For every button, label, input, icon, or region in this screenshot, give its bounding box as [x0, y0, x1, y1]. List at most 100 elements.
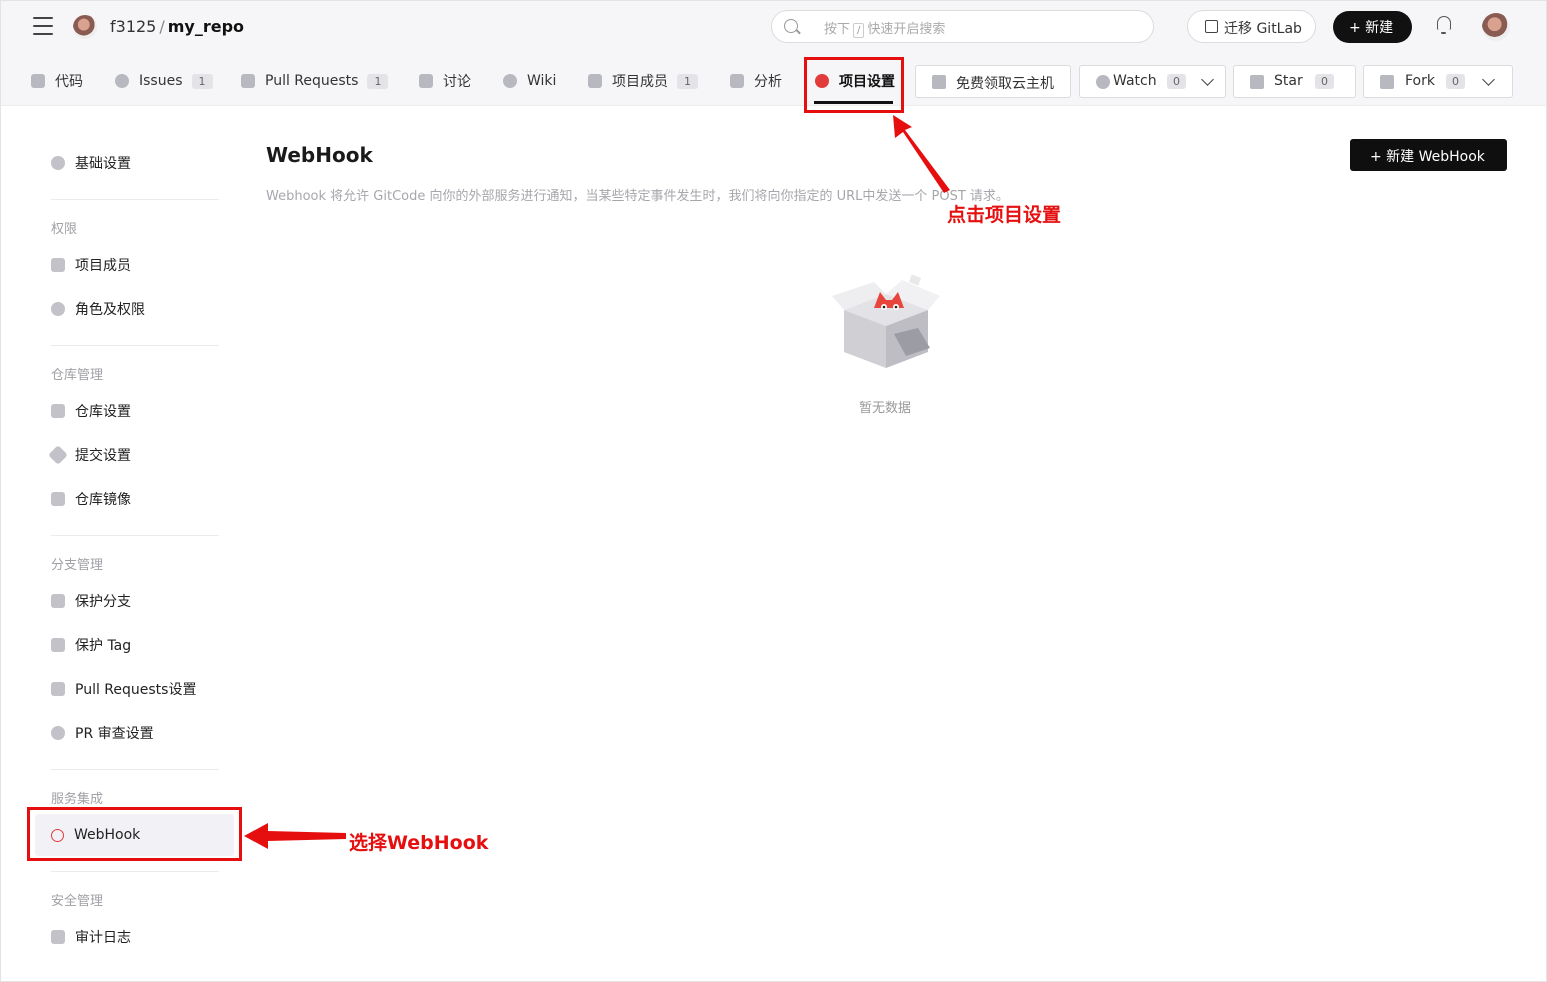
members-icon: [588, 74, 602, 88]
sidebar-divider: [51, 769, 219, 770]
sidebar-item-audit-log[interactable]: 审计日志: [51, 927, 131, 947]
sidebar-group-permissions: 权限: [51, 222, 78, 237]
user-avatar[interactable]: [1482, 13, 1510, 41]
members-icon: [51, 258, 65, 272]
sidebar-group-repo: 仓库管理: [51, 368, 104, 383]
tab-pull-requests-label: Pull Requests: [265, 73, 359, 89]
fork-button[interactable]: Fork 0: [1363, 65, 1513, 98]
pull-request-icon: [241, 74, 255, 88]
tab-analytics[interactable]: 分析: [730, 71, 782, 91]
migrate-gitlab-label: 迁移 GitLab: [1224, 21, 1302, 37]
sidebar-item-pr-settings[interactable]: Pull Requests设置: [51, 679, 196, 699]
tab-discussions[interactable]: 讨论: [419, 71, 471, 91]
user-icon: [51, 302, 65, 316]
fork-chevron-down-icon[interactable]: [1482, 73, 1495, 86]
sidebar-item-protect-branch[interactable]: 保护分支: [51, 591, 131, 611]
sidebar-group-branch: 分支管理: [51, 558, 104, 573]
sidebar-item-members[interactable]: 项目成员: [51, 255, 131, 275]
gear-icon: [51, 156, 65, 170]
repo-name-link[interactable]: my_repo: [168, 17, 244, 36]
repo-nav-bar: 代码 Issues 1 Pull Requests 1 讨论 Wiki 项目成员 1 …: [1, 53, 1546, 106]
migrate-gitlab-button[interactable]: 迁移 GitLab: [1187, 10, 1316, 43]
fork-icon: [1380, 75, 1394, 89]
search-placeholder-suffix: 快速开启搜索: [867, 22, 946, 37]
free-cloud-host-button[interactable]: 免费领取云主机: [915, 65, 1071, 98]
create-new-button[interactable]: + 新建: [1333, 11, 1412, 43]
repo-owner-avatar[interactable]: [73, 15, 97, 39]
search-placeholder: 按下 / 快速开启搜索: [824, 18, 945, 38]
sidebar-item-commit-settings[interactable]: 提交设置: [48, 445, 131, 465]
empty-box-illustration-icon: [832, 274, 940, 368]
sidebar-divider: [51, 535, 219, 536]
global-search-input[interactable]: 按下 / 快速开启搜索: [771, 10, 1154, 43]
page-title: WebHook: [266, 143, 373, 167]
sidebar-divider: [51, 345, 219, 346]
sidebar-item-basic-settings[interactable]: 基础设置: [51, 153, 131, 173]
search-shortcut-key: /: [853, 23, 865, 38]
sidebar-item-label: 仓库设置: [75, 404, 131, 420]
fork-count: 0: [1446, 74, 1465, 89]
tab-members-count: 1: [677, 73, 698, 89]
notification-bell-icon[interactable]: [1437, 16, 1451, 34]
annotation-click-settings-label: 点击项目设置: [947, 204, 1062, 226]
document-icon: [51, 930, 65, 944]
repo-icon: [51, 404, 65, 418]
annotation-highlight-webhook: [27, 807, 242, 861]
watch-count: 0: [1167, 74, 1186, 89]
repo-path-separator: /: [159, 17, 165, 36]
sidebar-item-label: 保护分支: [75, 594, 131, 610]
top-header: f3125/my_repo 按下 / 快速开启搜索 迁移 GitLab + 新建: [1, 1, 1546, 53]
sidebar-divider: [51, 199, 219, 200]
watch-button[interactable]: Watch 0: [1079, 65, 1226, 98]
page-description: Webhook 将允许 GitCode 向你的外部服务进行通知，当某些特定事件发…: [266, 189, 1009, 204]
wiki-icon: [503, 74, 517, 88]
tab-members[interactable]: 项目成员 1: [588, 71, 698, 91]
new-webhook-button[interactable]: + 新建 WebHook: [1350, 139, 1507, 171]
sidebar-item-label: PR 审查设置: [75, 726, 154, 742]
sidebar-item-pr-review[interactable]: PR 审查设置: [51, 723, 154, 743]
tab-analytics-label: 分析: [754, 74, 782, 90]
eye-icon: [1096, 75, 1110, 89]
annotation-highlight-settings-tab: [804, 57, 904, 113]
tab-wiki[interactable]: Wiki: [503, 71, 556, 91]
chart-icon: [730, 74, 744, 88]
import-icon: [1205, 20, 1218, 33]
tab-pull-requests[interactable]: Pull Requests 1: [241, 71, 389, 91]
repo-owner-link[interactable]: f3125: [110, 17, 156, 36]
tab-wiki-label: Wiki: [527, 73, 557, 89]
issues-icon: [115, 74, 129, 88]
star-icon: [1250, 75, 1264, 89]
tab-code[interactable]: 代码: [31, 71, 83, 91]
sidebar-item-label: 项目成员: [75, 258, 131, 274]
tab-issues-label: Issues: [139, 73, 183, 89]
discussion-icon: [419, 74, 433, 88]
sidebar-item-label: 仓库镜像: [75, 492, 131, 508]
annotation-select-webhook-label: 选择WebHook: [349, 832, 489, 854]
repo-breadcrumb: f3125/my_repo: [110, 17, 244, 36]
review-icon: [51, 726, 65, 740]
sidebar-item-label: 保护 Tag: [75, 638, 132, 654]
hamburger-menu-icon[interactable]: [33, 17, 53, 35]
sidebar-item-label: 基础设置: [75, 156, 131, 172]
star-count: 0: [1315, 74, 1334, 89]
sidebar-divider: [51, 871, 219, 872]
watch-chevron-down-icon[interactable]: [1201, 73, 1214, 86]
tab-code-label: 代码: [55, 74, 83, 90]
search-placeholder-prefix: 按下: [824, 22, 851, 37]
sidebar-item-repo-settings[interactable]: 仓库设置: [51, 401, 131, 421]
star-button[interactable]: Star 0: [1233, 65, 1356, 98]
new-webhook-label: + 新建 WebHook: [1370, 149, 1485, 165]
branch-icon: [51, 594, 65, 608]
empty-state-text: 暂无数据: [859, 401, 912, 416]
sidebar-group-security: 安全管理: [51, 894, 104, 909]
sidebar-group-services: 服务集成: [51, 792, 104, 807]
tab-issues[interactable]: Issues 1: [115, 71, 213, 91]
sidebar-item-roles[interactable]: 角色及权限: [51, 299, 145, 319]
sidebar-item-protect-tag[interactable]: 保护 Tag: [51, 635, 131, 655]
tab-members-label: 项目成员: [612, 74, 668, 90]
server-icon: [932, 75, 946, 89]
tab-pull-requests-count: 1: [367, 73, 389, 89]
sidebar-item-repo-mirror[interactable]: 仓库镜像: [51, 489, 131, 509]
sidebar-item-label: 审计日志: [75, 930, 131, 946]
free-cloud-host-label: 免费领取云主机: [956, 76, 1054, 92]
